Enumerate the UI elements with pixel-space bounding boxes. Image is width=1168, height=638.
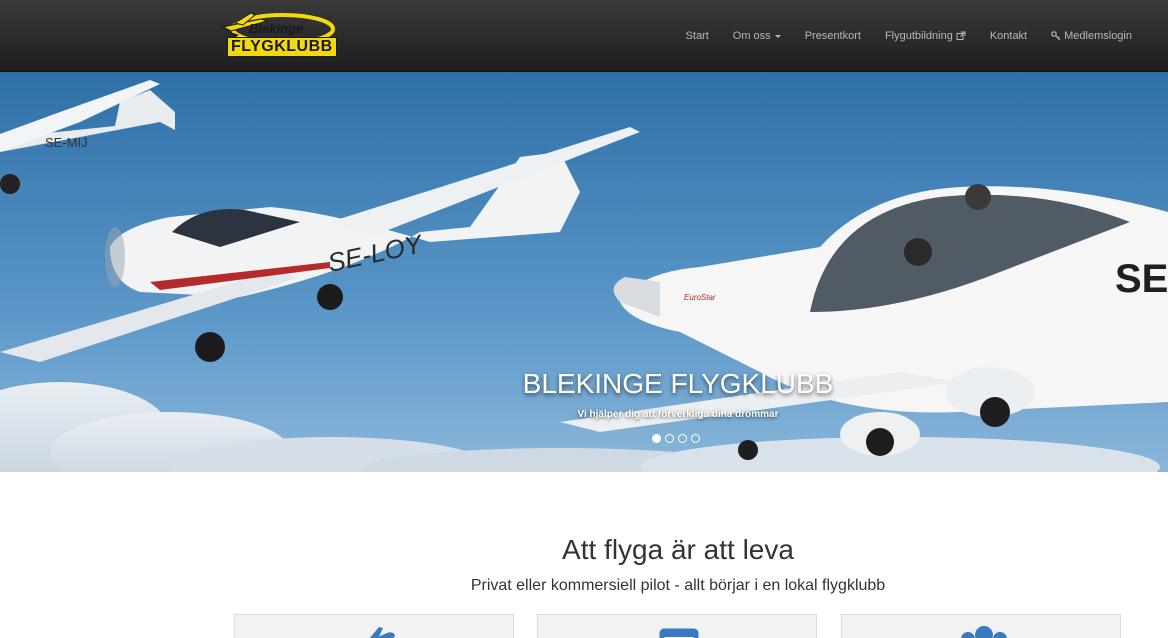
club-logo[interactable]: Blekinge FLYGKLUBB: [221, 9, 337, 59]
nav-medlemslogin[interactable]: Medlemslogin: [1051, 30, 1132, 42]
carousel-dot-4[interactable]: [691, 434, 700, 443]
main-nav: Start Om oss Presentkort Flygutbildning …: [662, 0, 1132, 72]
carousel-dot-1[interactable]: [652, 434, 661, 443]
page-headline: Att flyga är att leva: [562, 534, 794, 565]
nav-om-oss-dropdown[interactable]: Om oss: [733, 30, 781, 42]
carousel-dot-3[interactable]: [678, 434, 687, 443]
nav-om-oss-label: Om oss: [732, 30, 771, 42]
registration-right: SE: [1115, 257, 1168, 301]
nav-flygutbildning-label: Flygutbildning: [884, 30, 953, 42]
registration-left: SE-MIJ: [45, 135, 88, 150]
external-link-icon: [956, 31, 966, 40]
plane-icon: [369, 627, 395, 638]
navbar: Blekinge FLYGKLUBB Start Om oss Presentk…: [0, 0, 1168, 72]
feature-card-1[interactable]: [234, 614, 514, 638]
hero-subtitle: Vi hjälper dig att förverkliga dina dröm…: [577, 409, 779, 420]
nav-kontakt-label: Kontakt: [989, 30, 1028, 42]
eurostar-text: EuroStar: [684, 293, 716, 302]
nav-kontakt[interactable]: Kontakt: [990, 30, 1027, 42]
card-icon: [659, 628, 699, 638]
feature-card-3[interactable]: [841, 614, 1121, 638]
nav-start-label: Start: [685, 30, 709, 42]
nav-medlemslogin-label: Medlemslogin: [1064, 30, 1132, 42]
feature-card-2[interactable]: [537, 614, 817, 638]
nav-start[interactable]: Start: [686, 30, 709, 42]
nav-flygutbildning[interactable]: Flygutbildning: [885, 30, 966, 42]
hero-carousel[interactable]: SE-MIJ SE-LOY EuroStar SE BLEKINGE FLYGK…: [0, 72, 1168, 472]
page-subheadline: Privat eller kommersiell pilot - allt bö…: [470, 577, 886, 594]
nav-presentkort-label: Presentkort: [804, 30, 861, 42]
caret-down-icon: [774, 34, 781, 38]
carousel-dot-2[interactable]: [665, 434, 674, 443]
carousel-indicators: [652, 434, 700, 443]
logo-text-bottom: FLYGKLUBB: [227, 37, 337, 57]
key-icon: [1051, 31, 1061, 41]
group-icon: [961, 626, 1007, 638]
logo-text-top: Blekinge: [249, 21, 304, 36]
nav-presentkort[interactable]: Presentkort: [805, 30, 861, 42]
hero-title: BLEKINGE FLYGKLUBB: [522, 368, 834, 399]
